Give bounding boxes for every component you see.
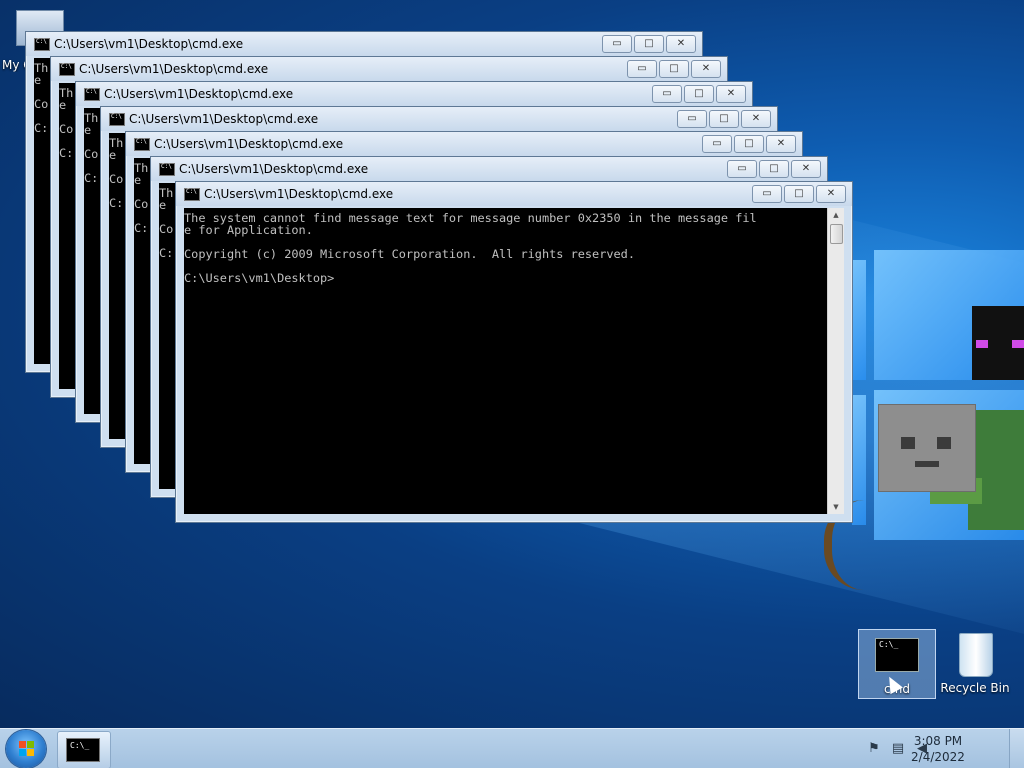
scroll-up-arrow-icon[interactable]: ▲ [828,208,844,222]
start-flag-icon [19,741,26,748]
taskbar: ⚑ ▤ ◀ 3:08 PM 2/4/2022 [0,728,1024,768]
window-titlebar[interactable]: C:\Users\vm1\Desktop\cmd.exe ▭□✕ [151,157,827,181]
desktop-icon-label: Recycle Bin [940,681,1010,695]
cmd-icon [66,738,100,762]
window-titlebar[interactable]: C:\Users\vm1\Desktop\cmd.exe ▭□✕ [51,57,727,81]
action-center-error-icon[interactable]: ⚑ [866,741,882,757]
cmd-icon [134,138,150,151]
scroll-thumb[interactable] [830,224,843,244]
minimize-button[interactable]: ▭ [652,85,682,103]
window-titlebar[interactable]: C:\Users\vm1\Desktop\cmd.exe ▭□✕ [76,82,752,106]
maximize-button[interactable]: □ [784,185,814,203]
cmd-icon [109,113,125,126]
cmd-icon [875,638,919,672]
close-button[interactable]: ✕ [791,160,821,178]
cmd-icon [34,38,50,51]
cmd-window-active[interactable]: C:\Users\vm1\Desktop\cmd.exe ▭□✕ The syste… [175,181,853,523]
maximize-button[interactable]: □ [634,35,664,53]
minimize-button[interactable]: ▭ [727,160,757,178]
clock-time: 3:08 PM [913,734,963,748]
start-flag-icon [27,749,34,756]
console-area[interactable]: The system cannot find message text for … [184,208,844,514]
scroll-down-arrow-icon[interactable]: ▼ [828,500,844,514]
enderman-eye [976,340,988,348]
vertical-scrollbar[interactable]: ▲▼ [827,208,844,514]
window-title: C:\Users\vm1\Desktop\cmd.exe [104,87,294,101]
start-flag-icon [27,741,34,748]
skeleton-eye [901,437,915,449]
clock-date: 2/4/2022 [911,750,965,764]
window-titlebar[interactable]: C:\Users\vm1\Desktop\cmd.exe ▭□✕ [176,182,852,206]
recycle-bin-icon [959,633,993,677]
wallpaper-zombie [968,410,1024,530]
minimize-button[interactable]: ▭ [752,185,782,203]
logo-pane [852,260,866,380]
maximize-button[interactable]: □ [709,110,739,128]
cmd-icon [59,63,75,76]
window-titlebar[interactable]: C:\Users\vm1\Desktop\cmd.exe ▭□✕ [26,32,702,56]
window-title: C:\Users\vm1\Desktop\cmd.exe [204,187,394,201]
close-button[interactable]: ✕ [716,85,746,103]
taskbar-item-cmd[interactable] [57,731,111,768]
window-title: C:\Users\vm1\Desktop\cmd.exe [154,137,344,151]
skeleton-eye [937,437,951,449]
cmd-icon [159,163,175,176]
window-titlebar[interactable]: C:\Users\vm1\Desktop\cmd.exe ▭□✕ [126,132,802,156]
cmd-icon [184,188,200,201]
window-titlebar[interactable]: C:\Users\vm1\Desktop\cmd.exe ▭□✕ [101,107,777,131]
window-title: C:\Users\vm1\Desktop\cmd.exe [179,162,369,176]
wallpaper-skeleton [878,404,976,492]
minimize-button[interactable]: ▭ [627,60,657,78]
minimize-button[interactable]: ▭ [677,110,707,128]
start-flag-icon [19,749,26,756]
cmd-icon [84,88,100,101]
close-button[interactable]: ✕ [766,135,796,153]
start-button[interactable] [6,730,46,768]
wallpaper-enderman [972,306,1024,380]
window-title: C:\Users\vm1\Desktop\cmd.exe [79,62,269,76]
close-button[interactable]: ✕ [741,110,771,128]
enderman-eye [1012,340,1024,348]
console-line: C:\Users\vm1\Desktop> [184,271,335,285]
skeleton-mouth [915,461,939,467]
maximize-button[interactable]: □ [659,60,689,78]
minimize-button[interactable]: ▭ [702,135,732,153]
console-output: The system cannot find message text for … [184,212,828,284]
window-title: C:\Users\vm1\Desktop\cmd.exe [54,37,244,51]
close-button[interactable]: ✕ [666,35,696,53]
show-desktop-button[interactable] [1009,729,1024,768]
minimize-button[interactable]: ▭ [602,35,632,53]
network-icon[interactable]: ▤ [890,741,906,757]
console-line: e for Application. [184,223,313,237]
maximize-button[interactable]: □ [684,85,714,103]
close-button[interactable]: ✕ [691,60,721,78]
maximize-button[interactable]: □ [734,135,764,153]
maximize-button[interactable]: □ [759,160,789,178]
desktop-icon-recycle-bin[interactable]: Recycle Bin [937,629,1013,697]
console-line: Copyright (c) 2009 Microsoft Corporation… [184,247,636,261]
window-title: C:\Users\vm1\Desktop\cmd.exe [129,112,319,126]
clock[interactable]: 3:08 PM 2/4/2022 [908,733,968,765]
close-button[interactable]: ✕ [816,185,846,203]
